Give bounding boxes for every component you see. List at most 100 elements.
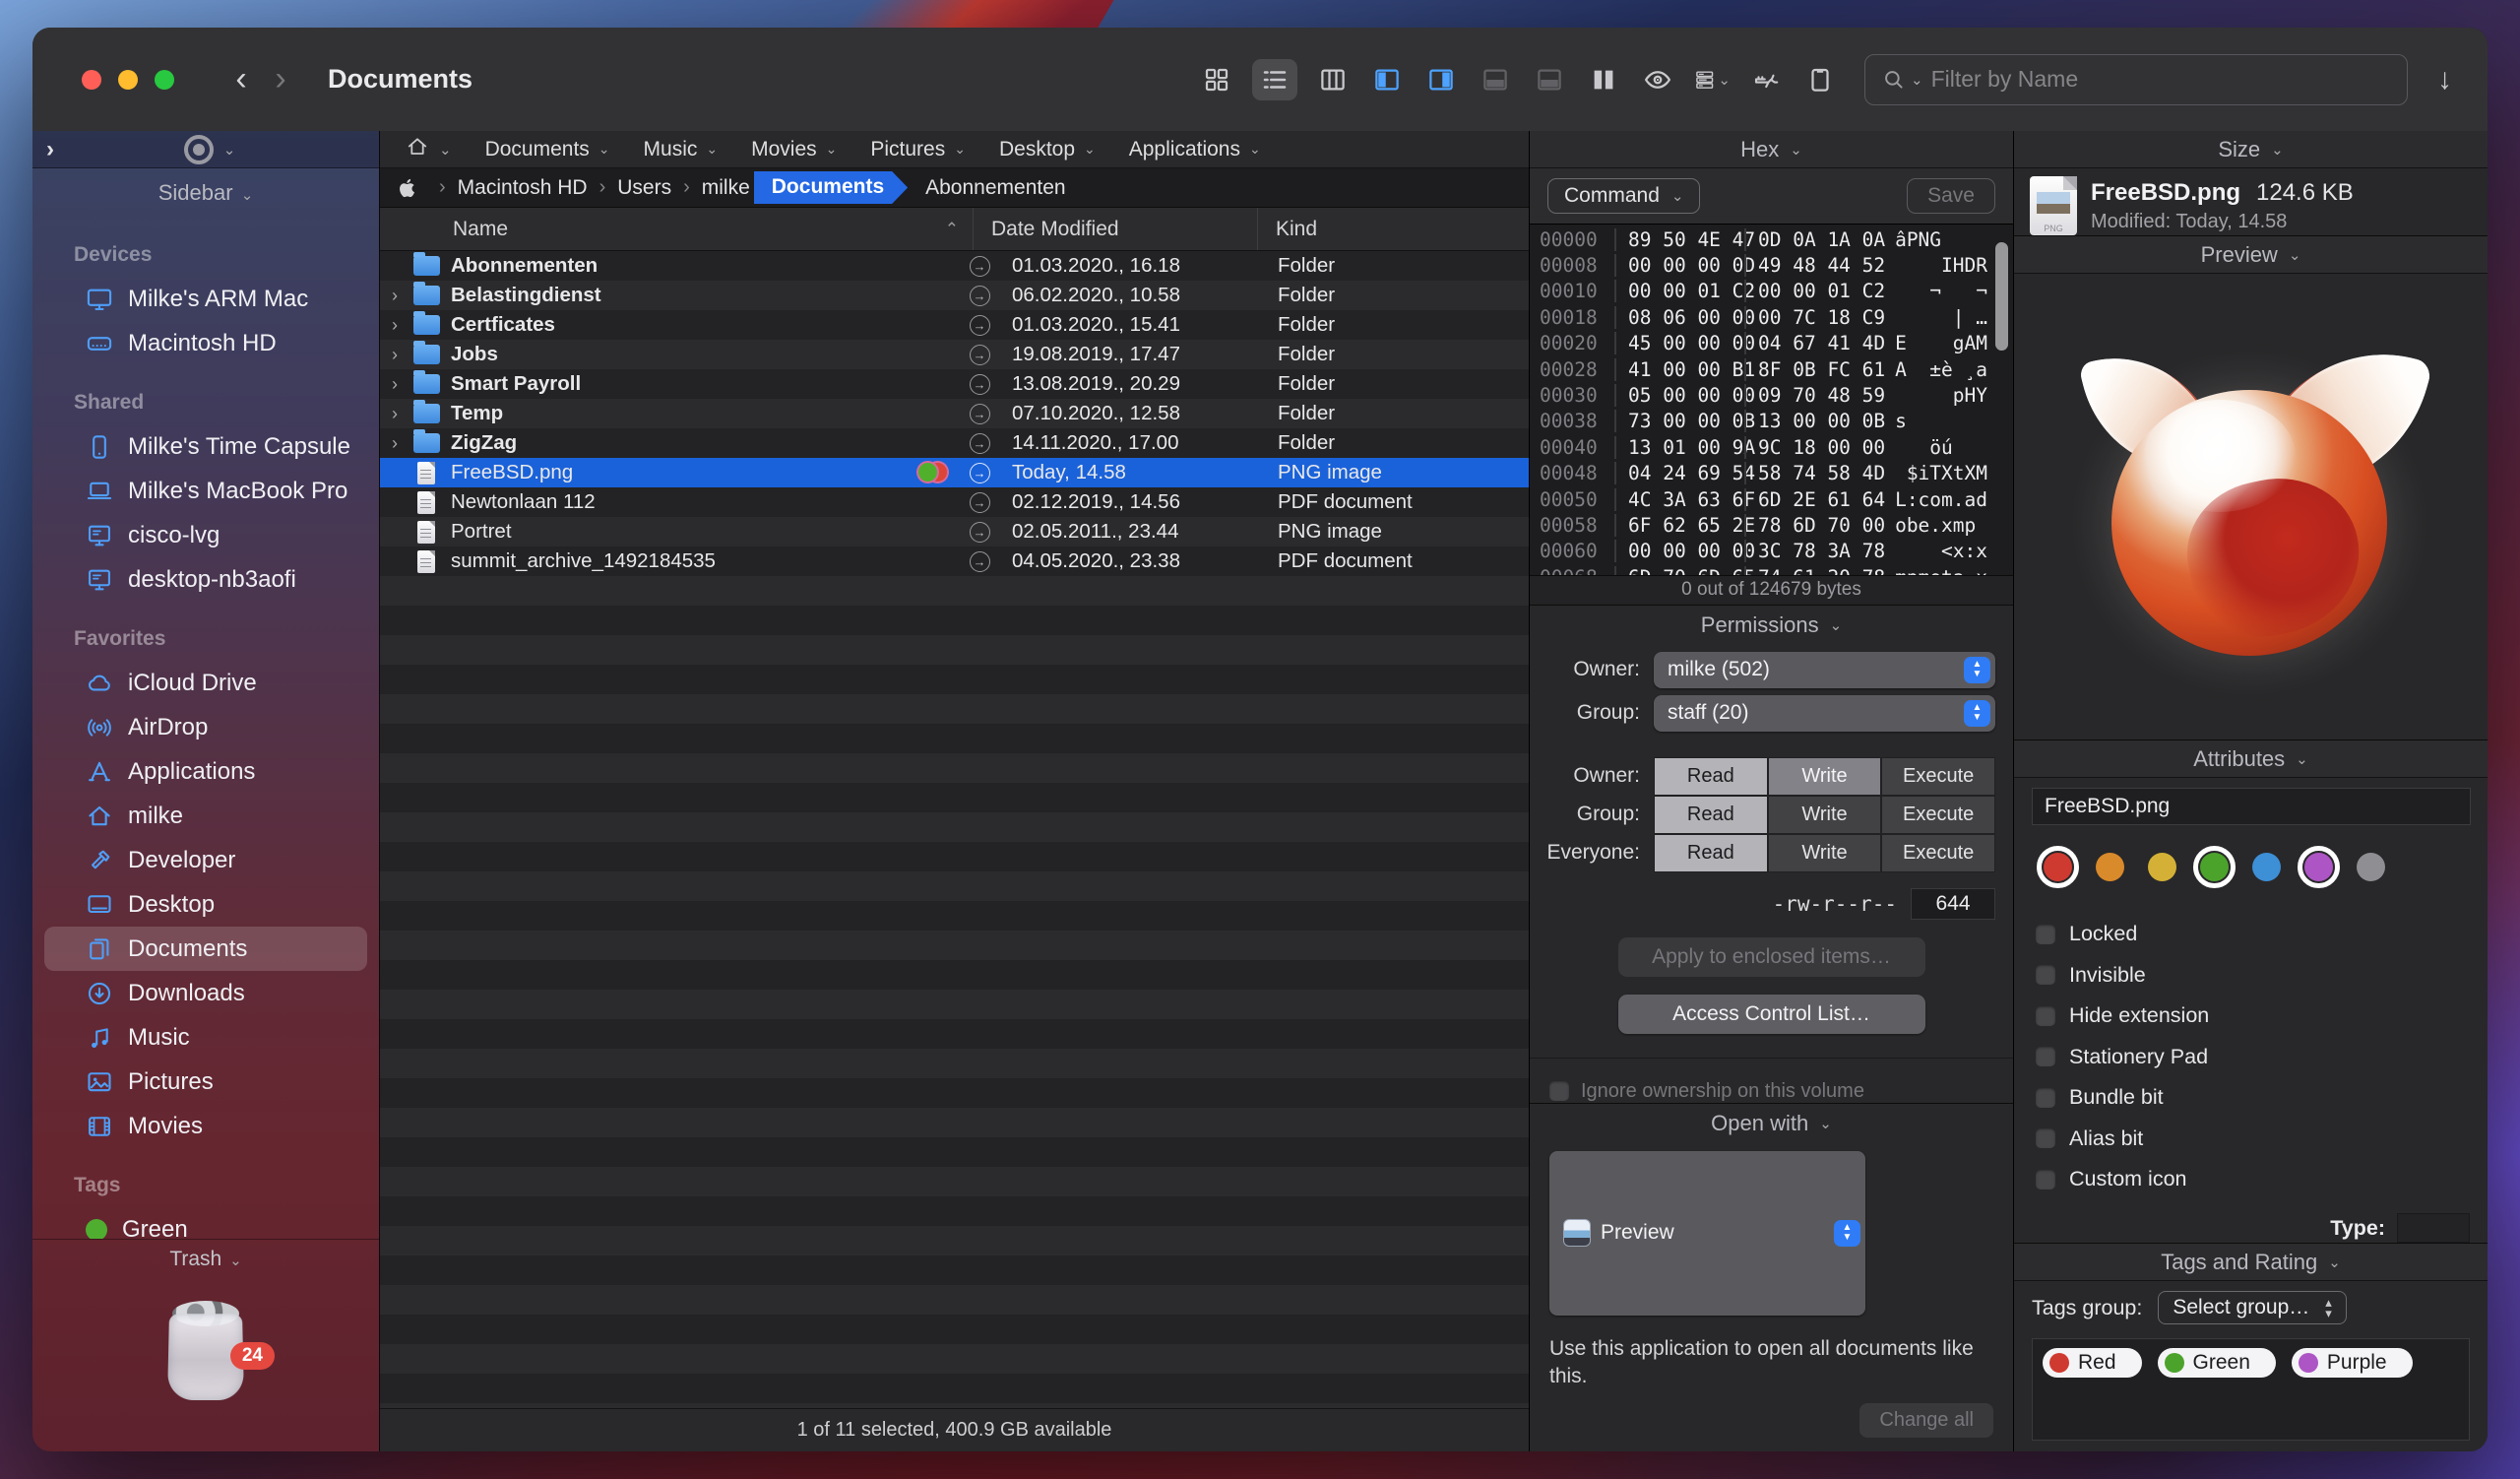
save-button[interactable]: Save <box>1907 178 1995 214</box>
file-row[interactable]: ›Belastingdienst→06.02.2020., 10.58Folde… <box>380 281 1529 310</box>
access-control-list-button[interactable]: Access Control List… <box>1618 995 1925 1034</box>
gray-swatch[interactable] <box>2357 853 2385 881</box>
favbar-item-movies[interactable]: Movies⌄ <box>751 138 837 161</box>
breadcrumb-milke[interactable]: milke <box>702 176 750 200</box>
favbar-item-music[interactable]: Music⌄ <box>644 138 719 161</box>
goto-arrow-icon[interactable]: → <box>970 374 990 395</box>
file-row[interactable]: ›Jobs→19.08.2019., 17.47Folder <box>380 340 1529 369</box>
clipboard-button[interactable] <box>1801 61 1839 98</box>
goto-arrow-icon[interactable]: → <box>970 522 990 543</box>
owner-execute-toggle[interactable]: Execute <box>1881 757 1995 796</box>
home-icon[interactable] <box>406 135 429 163</box>
tag-chip-red[interactable]: Red <box>2043 1348 2142 1378</box>
owner-read-toggle[interactable]: Read <box>1654 757 1768 796</box>
group-read-toggle[interactable]: Read <box>1654 796 1768 834</box>
change-all-button[interactable]: Change all <box>1859 1403 1993 1438</box>
tags-group-select[interactable]: Select group…▴▾ <box>2158 1291 2346 1324</box>
goto-arrow-icon[interactable]: → <box>970 551 990 572</box>
sidebar-item-desktop-nb3aofi[interactable]: desktop-nb3aofi <box>44 557 367 602</box>
quick-look-button[interactable] <box>1639 61 1676 98</box>
file-row-selected[interactable]: FreeBSD.png→Today, 14.58PNG image <box>380 458 1529 487</box>
attributes-header[interactable]: Attributes⌄ <box>2014 740 2488 778</box>
hide-extension-checkbox[interactable] <box>2036 1006 2055 1026</box>
invisible-checkbox[interactable] <box>2036 965 2055 985</box>
sidebar-item-macbook-pro[interactable]: Milke's MacBook Pro <box>44 469 367 513</box>
yellow-swatch[interactable] <box>2148 853 2176 881</box>
disclosure-chevron[interactable]: › <box>380 345 410 365</box>
purple-swatch[interactable] <box>2304 853 2333 881</box>
drop-stack-icon[interactable]: ⌄ <box>184 135 236 164</box>
alias-bit-checkbox[interactable] <box>2036 1128 2055 1148</box>
locked-checkbox[interactable] <box>2036 925 2055 944</box>
sidebar-item-airdrop[interactable]: AirDrop <box>44 705 367 749</box>
goto-arrow-icon[interactable]: → <box>970 315 990 336</box>
left-panel-toggle[interactable] <box>1368 61 1406 98</box>
tag-chip-purple[interactable]: Purple <box>2292 1348 2413 1378</box>
forward-button[interactable]: › <box>261 60 300 98</box>
red-swatch[interactable] <box>2044 853 2072 881</box>
bundle-bit-checkbox[interactable] <box>2036 1088 2055 1108</box>
trash-header[interactable]: Trash ⌄ <box>32 1248 379 1271</box>
custom-icon-checkbox[interactable] <box>2036 1170 2055 1190</box>
breadcrumb-users[interactable]: Users <box>617 176 671 200</box>
permissions-header[interactable]: Permissions⌄ <box>1530 606 2013 645</box>
tag-chips-box[interactable]: Red Green Purple <box>2032 1338 2470 1441</box>
everyone-execute-toggle[interactable]: Execute <box>1881 834 1995 872</box>
favbar-item-documents[interactable]: Documents⌄ <box>485 138 610 161</box>
size-header[interactable]: Size⌄ <box>2014 131 2488 168</box>
owner-dropdown[interactable]: milke (502)▲▼ <box>1654 652 1995 688</box>
column-view-button[interactable] <box>1314 61 1352 98</box>
sidebar-expand-chevron[interactable]: › <box>46 136 54 163</box>
close-button[interactable] <box>82 70 101 90</box>
sidebar-item-developer[interactable]: Developer <box>44 838 367 882</box>
goto-arrow-icon[interactable]: → <box>970 256 990 277</box>
group-dropdown[interactable]: staff (20)▲▼ <box>1654 695 1995 732</box>
breadcrumb-macintosh-hd[interactable]: Macintosh HD <box>458 176 588 200</box>
right-panel-toggle[interactable] <box>1422 61 1460 98</box>
apply-to-enclosed-button[interactable]: Apply to enclosed items… <box>1618 937 1925 977</box>
column-header-kind[interactable]: Kind <box>1257 208 1529 250</box>
sidebar-item-applications[interactable]: Applications <box>44 749 367 794</box>
file-row[interactable]: ›Smart Payroll→13.08.2019., 20.29Folder <box>380 369 1529 399</box>
minimize-button[interactable] <box>118 70 138 90</box>
dual-pane-button[interactable] <box>1585 61 1622 98</box>
ignore-ownership-checkbox[interactable] <box>1549 1081 1569 1101</box>
bottom-panel-toggle[interactable] <box>1477 61 1514 98</box>
blue-swatch[interactable] <box>2252 853 2281 881</box>
filename-field[interactable] <box>2032 788 2471 825</box>
drop-stack-toggle[interactable] <box>1531 61 1568 98</box>
disclosure-chevron[interactable]: › <box>380 374 410 395</box>
download-arrow-icon[interactable]: ↓ <box>2437 63 2452 96</box>
orange-swatch[interactable] <box>2096 853 2124 881</box>
tags-rating-header[interactable]: Tags and Rating⌄ <box>2014 1244 2488 1281</box>
list-view-button[interactable] <box>1252 59 1297 100</box>
disclosure-chevron[interactable]: › <box>380 315 410 336</box>
favbar-item-desktop[interactable]: Desktop⌄ <box>999 138 1096 161</box>
file-row[interactable]: summit_archive_1492184535→04.05.2020., 2… <box>380 547 1529 576</box>
column-header-date-modified[interactable]: Date Modified <box>973 208 1257 250</box>
sidebar-item-tag-green[interactable]: Green <box>44 1207 367 1239</box>
goto-arrow-icon[interactable]: → <box>970 492 990 513</box>
goto-arrow-icon[interactable]: → <box>970 463 990 483</box>
green-swatch[interactable] <box>2200 853 2229 881</box>
view-options-button[interactable]: ⌄ <box>1693 61 1731 98</box>
everyone-read-toggle[interactable]: Read <box>1654 834 1768 872</box>
sidebar-item-cisco-lvg[interactable]: cisco-lvg <box>44 513 367 557</box>
tag-chip-green[interactable]: Green <box>2158 1348 2276 1378</box>
back-button[interactable]: ‹ <box>221 60 261 98</box>
apple-icon[interactable] <box>398 177 419 199</box>
favbar-item-pictures[interactable]: Pictures⌄ <box>870 138 966 161</box>
octal-permission-field[interactable]: 644 <box>1911 888 1995 920</box>
hex-scrollbar[interactable] <box>1995 242 2008 351</box>
sidebar-item-desktop[interactable]: Desktop <box>44 882 367 927</box>
group-execute-toggle[interactable]: Execute <box>1881 796 1995 834</box>
goto-arrow-icon[interactable]: → <box>970 286 990 306</box>
tools-button[interactable] <box>1747 61 1785 98</box>
disclosure-chevron[interactable]: › <box>380 404 410 424</box>
sidebar-item-icloud-drive[interactable]: iCloud Drive <box>44 661 367 705</box>
sidebar-item-documents[interactable]: Documents <box>44 927 367 971</box>
hex-section-header[interactable]: Hex⌄ <box>1530 131 2013 168</box>
favbar-item-applications[interactable]: Applications⌄ <box>1129 138 1261 161</box>
preview-header[interactable]: Preview⌄ <box>2014 236 2488 274</box>
sidebar-item-macintosh-hd[interactable]: Macintosh HD <box>44 321 367 365</box>
